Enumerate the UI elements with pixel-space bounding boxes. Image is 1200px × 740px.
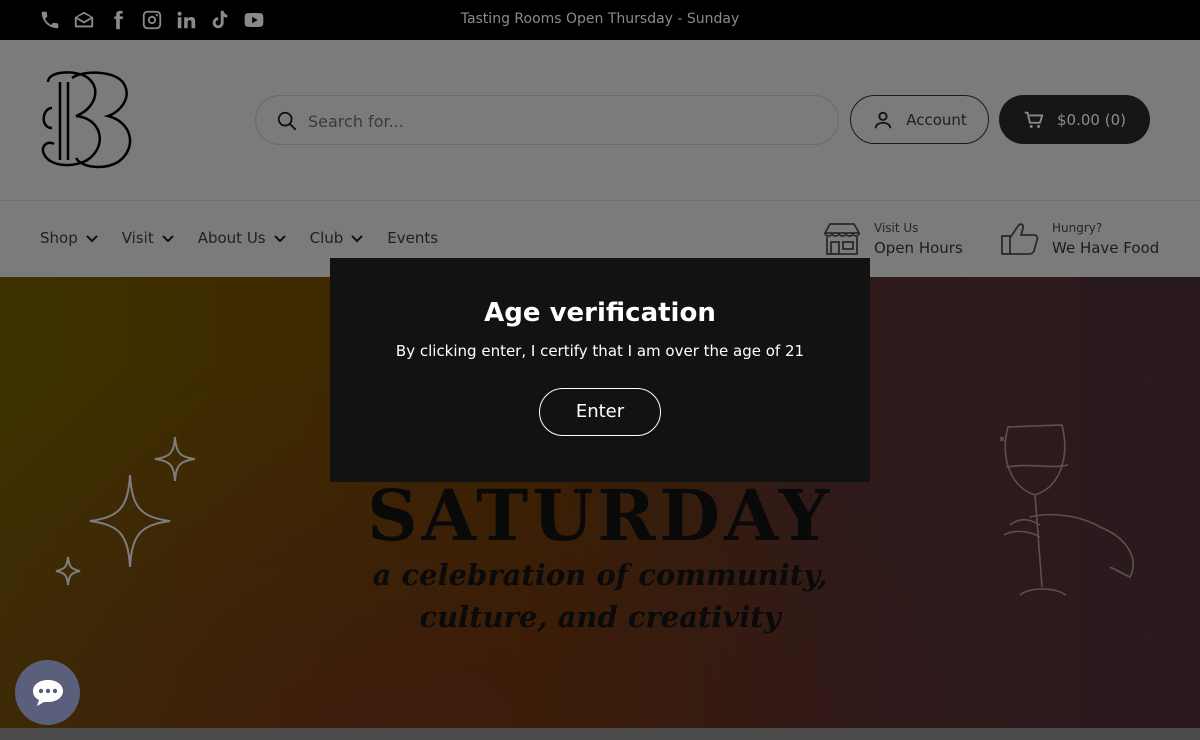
nav-menu: Shop Visit About Us Club Events: [40, 229, 438, 247]
nav-item-events[interactable]: Events: [387, 229, 438, 247]
enter-button[interactable]: Enter: [539, 388, 661, 436]
site-logo[interactable]: [38, 68, 138, 172]
cart-button[interactable]: $0.00 (0): [999, 95, 1150, 144]
search-icon: [277, 111, 297, 131]
promo-food-small: Hungry?: [1052, 221, 1103, 235]
thumbs-up-icon: [1001, 223, 1039, 255]
chat-widget-button[interactable]: [15, 660, 80, 725]
cart-total: $0.00 (0): [1057, 110, 1126, 129]
modal-title: Age verification: [484, 298, 716, 328]
storefront-icon: [823, 223, 861, 255]
account-button[interactable]: Account: [850, 95, 989, 144]
promo-visit-us[interactable]: Visit Us Open Hours: [822, 221, 963, 257]
nav-item-label: About Us: [197, 229, 266, 247]
nav-item-label: Events: [387, 229, 439, 247]
nav-item-shop[interactable]: Shop: [40, 229, 100, 247]
page-bottom-strip: [0, 728, 1200, 740]
nav-item-label: Visit: [121, 229, 154, 247]
chevron-down-icon: [351, 235, 364, 243]
wine-glass-hand-illustration: [999, 424, 1134, 596]
chevron-down-icon: [273, 235, 286, 243]
chevron-down-icon: [86, 235, 98, 243]
nav-item-label: Shop: [40, 229, 78, 247]
nav-item-label: Club: [309, 229, 344, 247]
nav-item-about-us[interactable]: About Us: [198, 229, 288, 247]
site-header: Account $0.00 (0): [0, 40, 1200, 200]
account-label: Account: [906, 110, 967, 129]
modal-message: By clicking enter, I certify that I am o…: [395, 342, 805, 360]
user-icon: [874, 111, 892, 128]
chevron-down-icon: [161, 235, 174, 243]
age-verification-modal: Age verification By clicking enter, I ce…: [330, 258, 870, 482]
search-bar[interactable]: [255, 95, 839, 145]
promo-visit-big: Open Hours: [874, 239, 963, 257]
search-input[interactable]: [308, 108, 808, 134]
cart-icon: [1024, 111, 1044, 128]
logo-mark: [41, 71, 132, 169]
nav-item-club[interactable]: Club: [310, 229, 366, 247]
promo-food[interactable]: Hungry? We Have Food: [1000, 221, 1159, 257]
promo-visit-small: Visit Us: [874, 221, 919, 235]
nav-item-visit[interactable]: Visit: [122, 229, 176, 247]
announcement-bar: Tasting Rooms Open Thursday - Sunday: [0, 0, 1200, 40]
promo-food-big: We Have Food: [1052, 239, 1160, 257]
announcement-text[interactable]: Tasting Rooms Open Thursday - Sunday: [0, 11, 1200, 27]
chat-icon: [32, 679, 63, 706]
